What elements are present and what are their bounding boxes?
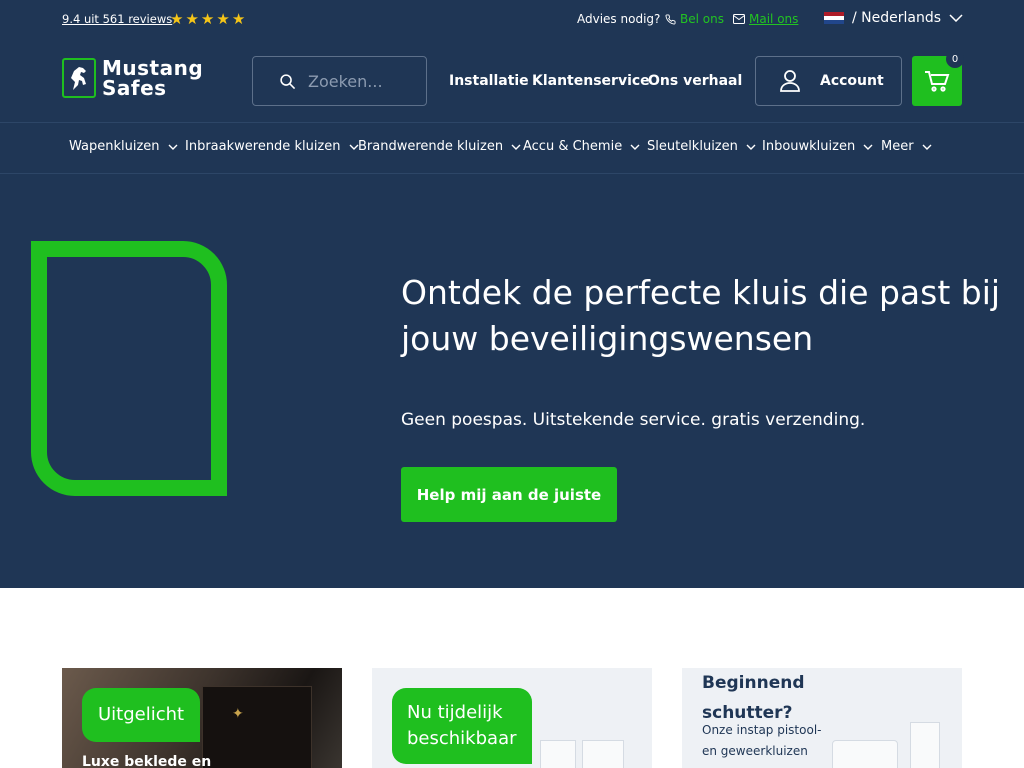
nav-ons-verhaal[interactable]: Ons verhaal: [648, 73, 742, 89]
call-link[interactable]: Bel ons: [665, 12, 724, 26]
hero-decorative-shape: [31, 241, 227, 496]
mail-icon: [733, 14, 745, 24]
card-beginner[interactable]: Beginnend schutter? Onze instap pistool-…: [682, 668, 962, 768]
account-button[interactable]: Account: [755, 56, 902, 106]
category-label: Wapenkluizen: [69, 139, 160, 154]
cart-icon: [925, 71, 950, 92]
chevron-down-icon: [168, 144, 178, 150]
chevron-down-icon: [349, 144, 358, 150]
safe-image: [910, 722, 940, 768]
horse-logo-icon: [62, 58, 96, 98]
language-label: / Nederlands: [852, 10, 942, 26]
featured-badge: Uitgelicht: [82, 688, 201, 742]
category-sleutelkluizen[interactable]: Sleutelkluizen: [647, 139, 756, 154]
reviews-link[interactable]: 9.4 uit 561 reviews: [62, 12, 172, 26]
star-icon: ★: [216, 10, 230, 28]
category-accu-chemie[interactable]: Accu & Chemie: [523, 139, 640, 154]
netherlands-flag-icon: [824, 11, 844, 25]
category-label: Brandwerende kluizen: [358, 139, 504, 154]
category-inbraakwerende-kluizen[interactable]: Inbraakwerende kluizen: [185, 139, 359, 154]
category-nav: Wapenkluizen Inbraakwerende kluizen Bran…: [0, 122, 1024, 174]
safe-brand-icon: ✦: [232, 706, 244, 722]
advice-label: Advies nodig?: [577, 12, 661, 26]
chevron-down-icon: [949, 14, 963, 22]
safe-image: [582, 740, 624, 768]
search-box[interactable]: [252, 56, 427, 106]
card-featured[interactable]: ✦ Uitgelicht Luxe beklede en: [62, 668, 342, 768]
search-input[interactable]: [308, 71, 418, 91]
mail-label: Mail ons: [749, 12, 799, 26]
category-label: Sleutelkluizen: [647, 139, 738, 154]
chevron-down-icon: [511, 144, 521, 150]
card-limited[interactable]: Nu tijdelijk beschikbaar: [372, 668, 652, 768]
category-inbouwkluizen[interactable]: Inbouwkluizen: [762, 139, 873, 154]
chevron-down-icon: [863, 144, 873, 150]
star-icon: ★: [185, 10, 199, 28]
category-wapenkluizen[interactable]: Wapenkluizen: [69, 139, 178, 154]
hero: Ontdek de perfecte kluis die past bij jo…: [0, 174, 1024, 588]
safe-image: [832, 740, 898, 768]
logo-text: Mustang Safes: [102, 58, 203, 98]
language-selector[interactable]: / Nederlands: [824, 10, 963, 26]
safe-image: [540, 740, 576, 768]
cart-count-badge: 0: [946, 50, 964, 68]
hero-subtitle: Geen poespas. Uitstekende service. grati…: [401, 410, 866, 430]
header: 9.4 uit 561 reviews ★ ★ ★ ★ ★ Advies nod…: [0, 0, 1024, 122]
category-label: Inbraakwerende kluizen: [185, 139, 341, 154]
category-brandwerende-kluizen[interactable]: Brandwerende kluizen: [358, 139, 521, 154]
account-label: Account: [820, 73, 884, 89]
nav-klantenservice[interactable]: Klantenservice: [532, 73, 650, 89]
call-label: Bel ons: [680, 12, 724, 26]
star-icon: ★: [231, 10, 246, 28]
category-label: Meer: [881, 139, 914, 154]
category-label: Inbouwkluizen: [762, 139, 856, 154]
rating-stars: ★ ★ ★ ★ ★: [170, 10, 245, 28]
hero-title: Ontdek de perfecte kluis die past bij jo…: [401, 273, 1001, 358]
user-icon: [780, 70, 800, 92]
category-label: Accu & Chemie: [523, 139, 623, 154]
safe-image: [202, 686, 312, 768]
card-beginner-text: Onze instap pistool- en geweerkluizen: [702, 723, 822, 758]
chevron-down-icon: [922, 144, 932, 150]
nav-installatie[interactable]: Installatie: [449, 73, 529, 89]
mail-link[interactable]: Mail ons: [733, 12, 798, 26]
logo[interactable]: Mustang Safes: [62, 58, 203, 98]
card-beginner-title: Beginnend schutter?: [702, 673, 805, 723]
chevron-down-icon: [746, 144, 756, 150]
category-meer[interactable]: Meer: [881, 139, 932, 154]
chevron-down-icon: [630, 144, 640, 150]
star-icon: ★: [200, 10, 215, 28]
phone-icon: [665, 13, 676, 24]
help-button[interactable]: Help mij aan de juiste: [401, 467, 617, 522]
card-featured-text: Luxe beklede en: [82, 754, 212, 768]
search-icon: [280, 73, 296, 89]
limited-badge: Nu tijdelijk beschikbaar: [392, 688, 532, 764]
logo-line2: Safes: [102, 76, 167, 100]
star-icon: ★: [170, 10, 184, 28]
